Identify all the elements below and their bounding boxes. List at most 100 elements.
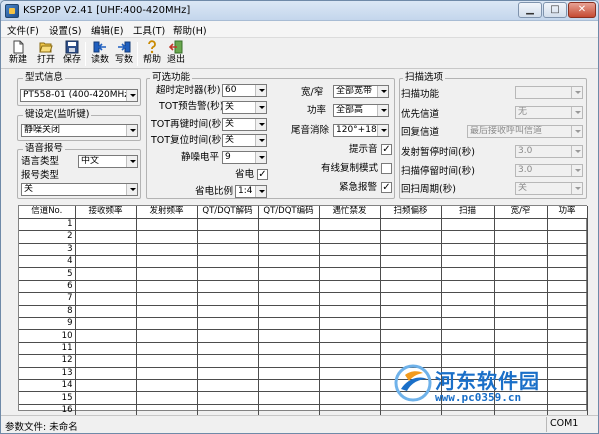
table-cell[interactable] [136,280,198,294]
table-cell[interactable] [380,267,442,281]
table-row[interactable]: 1 [19,218,588,232]
report-type-select[interactable]: 关 [21,183,138,196]
chevron-down-icon[interactable] [255,85,266,96]
chevron-down-icon[interactable] [571,146,582,157]
table-cell[interactable] [319,379,381,393]
table-cell[interactable] [75,342,137,356]
tot-rekey-select[interactable]: 关 [222,118,267,131]
table-cell[interactable] [136,218,198,232]
column-header[interactable]: 接收频率 [75,206,137,219]
table-cell[interactable] [136,391,198,405]
table-cell[interactable] [319,367,381,380]
table-cell[interactable] [547,230,588,244]
table-cell[interactable] [494,243,548,257]
table-cell[interactable] [380,230,442,244]
key-select[interactable]: 静噪关闭 [21,124,138,137]
table-cell[interactable] [319,267,381,281]
table-cell[interactable] [75,367,137,380]
column-header[interactable]: 扫描 [441,206,495,219]
table-cell[interactable] [197,317,259,331]
tot-warn-select[interactable]: 关 [222,101,267,114]
table-cell[interactable] [197,367,259,380]
table-cell[interactable] [258,329,320,343]
table-cell[interactable] [136,292,198,306]
table-cell[interactable] [547,329,588,343]
table-cell[interactable] [319,218,381,232]
table-cell[interactable] [441,280,495,294]
write-button[interactable]: 写数 [113,40,135,68]
table-cell[interactable] [441,243,495,257]
table-cell[interactable] [75,329,137,343]
table-cell[interactable] [319,305,381,319]
table-cell[interactable] [258,367,320,380]
menu-edit[interactable]: 编辑(E) [91,23,123,37]
chevron-down-icon[interactable] [126,184,137,195]
table-cell[interactable] [319,255,381,269]
table-cell[interactable] [136,255,198,269]
table-row[interactable]: 7 [19,292,588,306]
table-cell[interactable] [197,243,259,257]
power-select[interactable]: 全部高 [333,104,389,117]
close-button[interactable]: ✕ [568,2,596,18]
table-cell[interactable] [197,255,259,269]
tx-pause-select[interactable]: 3.0 [515,145,583,158]
table-cell[interactable] [441,342,495,356]
save-ratio-select[interactable]: 1:4 [235,185,267,198]
chevron-down-icon[interactable] [571,183,582,194]
table-cell[interactable] [319,354,381,368]
table-row[interactable]: 2 [19,230,588,244]
table-cell[interactable] [319,342,381,356]
table-cell[interactable] [441,305,495,319]
scan-back-select[interactable]: 关 [515,182,583,195]
menu-file[interactable]: 文件(F) [7,23,39,37]
table-cell[interactable] [494,305,548,319]
model-select[interactable]: PT558-01 (400-420MHz) [20,89,138,102]
table-cell[interactable] [136,317,198,331]
emergency-checkbox[interactable]: ✓ [381,182,392,193]
table-cell[interactable] [258,218,320,232]
table-cell[interactable] [494,280,548,294]
language-select[interactable]: 中文 [78,155,138,168]
table-cell[interactable] [75,255,137,269]
table-cell[interactable] [258,305,320,319]
wired-clone-checkbox[interactable] [381,163,392,174]
table-cell[interactable] [441,255,495,269]
table-cell[interactable] [136,342,198,356]
table-cell[interactable] [547,305,588,319]
table-cell[interactable] [197,305,259,319]
table-cell[interactable] [441,329,495,343]
table-cell[interactable] [547,267,588,281]
table-cell[interactable] [75,317,137,331]
table-cell[interactable] [547,280,588,294]
chevron-down-icon[interactable] [571,87,582,98]
timeout-select[interactable]: 60 [222,84,267,97]
table-cell[interactable] [197,354,259,368]
table-cell[interactable] [75,230,137,244]
table-cell[interactable] [319,317,381,331]
minimize-button[interactable]: ▁ [518,2,542,18]
help-button[interactable]: 帮助 [141,40,163,68]
menu-help[interactable]: 帮助(H) [173,23,207,37]
column-header[interactable]: 遇忙禁发 [319,206,381,219]
table-cell[interactable] [136,230,198,244]
bandwidth-select[interactable]: 全部宽带 [333,85,389,98]
table-cell[interactable] [75,391,137,405]
chevron-down-icon[interactable] [255,119,266,130]
chevron-down-icon[interactable] [126,156,137,167]
column-header[interactable]: 宽/窄 [494,206,548,219]
table-cell[interactable] [136,329,198,343]
chevron-down-icon[interactable] [377,105,388,116]
table-row[interactable]: 5 [19,267,588,281]
table-row[interactable]: 6 [19,280,588,294]
menu-tools[interactable]: 工具(T) [133,23,165,37]
table-cell[interactable] [319,230,381,244]
chevron-down-icon[interactable] [571,107,582,118]
table-cell[interactable] [75,379,137,393]
table-cell[interactable] [197,342,259,356]
table-cell[interactable] [380,280,442,294]
table-cell[interactable] [380,305,442,319]
table-cell[interactable] [494,218,548,232]
table-cell[interactable] [494,255,548,269]
table-cell[interactable] [258,230,320,244]
power-save-checkbox[interactable]: ✓ [257,169,268,180]
